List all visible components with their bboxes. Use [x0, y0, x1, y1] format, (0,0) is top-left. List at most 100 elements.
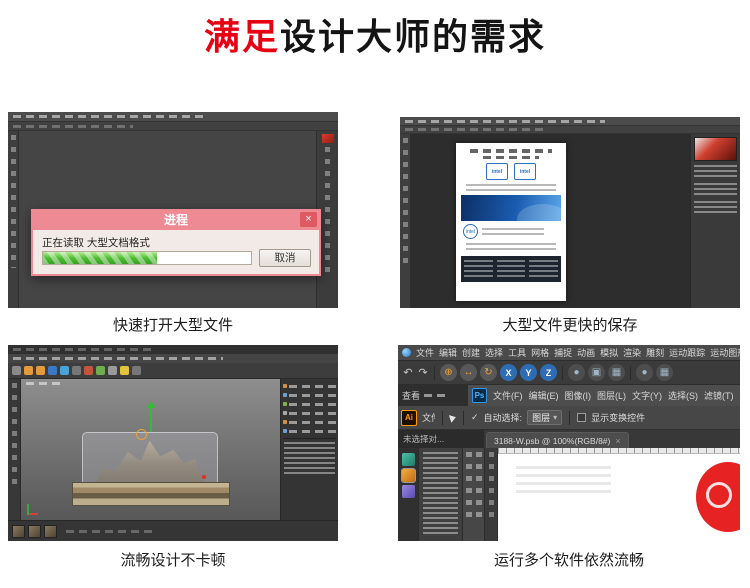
scale-tool-icon[interactable] — [36, 366, 45, 375]
options-text-placeholder — [405, 128, 545, 131]
ps-menu-edit[interactable]: 编辑(E) — [529, 389, 559, 402]
ps-menu-file[interactable]: 文件(F) — [493, 389, 523, 402]
move-tool-icon[interactable] — [24, 366, 33, 375]
dialog-close-button[interactable]: × — [300, 212, 317, 227]
material-thumbnail[interactable] — [28, 524, 41, 538]
undo-icon[interactable]: ↶ — [402, 366, 414, 379]
auto-select-dropdown[interactable]: 图层 ▾ — [527, 410, 563, 425]
show-transform-checkbox[interactable] — [577, 413, 587, 422]
object-row[interactable] — [283, 400, 336, 408]
document-tab[interactable]: 3188-W.psb @ 100%(RGB/8#) × — [486, 432, 629, 448]
menu-item-select[interactable]: 选择 — [485, 346, 503, 359]
palette-cube-icon[interactable] — [400, 468, 416, 483]
mixed-row-ps-menubar: 查看 Ps 文件(F) 编辑(E) 图像(I) 图层(L) 文字(Y) 选择(S… — [398, 385, 740, 406]
ps-menu-layer[interactable]: 图层(L) — [597, 389, 626, 402]
tool-icons-placeholder — [475, 452, 482, 524]
ps-tool-strip — [400, 134, 411, 308]
auto-select-check-icon[interactable]: ✓ — [471, 412, 479, 423]
axis-x-icon[interactable] — [48, 366, 57, 375]
ps-menu-image[interactable]: 图像(I) — [565, 389, 592, 402]
menu-item-mesh[interactable]: 网格 — [531, 346, 549, 359]
toolbar-separator — [463, 410, 464, 425]
ps-menu-filter[interactable]: 滤镜(T) — [704, 389, 734, 402]
render-view-icon[interactable]: ▣ — [588, 364, 605, 381]
axis-z-button[interactable]: Z — [540, 364, 557, 381]
color-picker-panel[interactable] — [694, 137, 737, 161]
move-cursor-icon[interactable] — [448, 412, 458, 423]
menu-item-tools[interactable]: 工具 — [508, 346, 526, 359]
rotate-tool-icon[interactable]: ↻ — [480, 364, 497, 381]
material-thumbnail[interactable] — [12, 524, 25, 538]
object-name-placeholder — [289, 420, 336, 424]
cpu-badge-label: intel — [491, 168, 503, 175]
palette-pen-icon[interactable] — [401, 485, 415, 498]
progress-fill — [43, 252, 158, 264]
extra-tool-icon[interactable]: ▦ — [656, 364, 673, 381]
object-name-placeholder — [289, 384, 336, 388]
menu-item-mograph[interactable]: 运动图形 — [710, 346, 740, 359]
axis-y-icon[interactable] — [60, 366, 69, 375]
ps-workspace: intel intel intel — [400, 134, 740, 308]
illustrator-logo-icon: Ai — [401, 409, 417, 426]
ps-options-bar — [400, 126, 740, 134]
object-row[interactable] — [283, 409, 336, 417]
select-tool-icon[interactable] — [12, 366, 21, 375]
object-row[interactable] — [283, 391, 336, 399]
screenshot-3d-software — [8, 345, 338, 541]
render-settings-icon[interactable] — [96, 366, 105, 375]
cancel-button[interactable]: 取消 — [259, 249, 311, 267]
document-tab-label: 3188-W.psb @ 100%(RGB/8#) — [494, 435, 611, 446]
ps-menu-select[interactable]: 选择(S) — [668, 389, 698, 402]
y-axis-handle[interactable] — [146, 400, 155, 432]
document-page: intel intel intel — [456, 143, 566, 301]
object-tool-icon[interactable] — [108, 366, 117, 375]
menu-item-edit[interactable]: 编辑 — [439, 346, 457, 359]
footer-column-placeholder — [496, 260, 526, 278]
object-name-placeholder — [289, 402, 336, 406]
timeline-placeholder — [66, 529, 156, 533]
color-swatch-icon[interactable] — [321, 134, 334, 143]
panel-icons-placeholder — [325, 147, 330, 278]
ps-menu-type[interactable]: 文字(Y) — [632, 389, 662, 402]
redo-icon[interactable]: ↷ — [417, 366, 429, 379]
object-icon — [283, 402, 287, 406]
viewport-3d[interactable] — [21, 379, 280, 520]
menu-item-create[interactable]: 创建 — [462, 346, 480, 359]
screenshot-multi-apps: 文件 编辑 创建 选择 工具 网格 捕捉 动画 模拟 渲染 雕刻 运动跟踪 运动… — [398, 345, 740, 541]
render-settings-icon[interactable]: ▦ — [608, 364, 625, 381]
view-tab[interactable]: 查看 — [402, 389, 420, 402]
menu-text-placeholder — [13, 115, 203, 118]
extra-tool-icon[interactable]: ● — [636, 364, 653, 381]
coord-icon[interactable] — [72, 366, 81, 375]
move-tool-icon[interactable]: ⊕ — [440, 364, 457, 381]
material-thumbnail[interactable] — [44, 524, 57, 538]
palette-tool-icon[interactable] — [401, 453, 415, 466]
panel-rows-placeholder — [694, 201, 737, 215]
footer-column-placeholder — [464, 260, 493, 278]
coord-system-icon[interactable]: ● — [568, 364, 585, 381]
env-tool-icon[interactable] — [132, 366, 141, 375]
menu-item-snap[interactable]: 捕捉 — [554, 346, 572, 359]
render-icon[interactable] — [84, 366, 93, 375]
axis-y-button[interactable]: Y — [520, 364, 537, 381]
menu-item-sculpt[interactable]: 雕刻 — [646, 346, 664, 359]
menu-item-motion-tracker[interactable]: 运动跟踪 — [669, 346, 705, 359]
menu-item-render[interactable]: 渲染 — [623, 346, 641, 359]
subheadline-placeholder — [483, 156, 539, 159]
object-row[interactable] — [283, 427, 336, 435]
ps-workspace: 进程 × 正在读取 大型文档格式 取消 — [8, 131, 338, 308]
panel-text-placeholder — [423, 452, 458, 537]
ai-menu-file[interactable]: 文件 — [422, 411, 435, 424]
menu-item-animate[interactable]: 动画 — [577, 346, 595, 359]
object-row[interactable] — [283, 382, 336, 390]
axis-x-button[interactable]: X — [500, 364, 517, 381]
tab-close-icon[interactable]: × — [615, 436, 620, 446]
scale-tool-icon[interactable]: ↔ — [460, 364, 477, 381]
object-row[interactable] — [283, 418, 336, 426]
menu-item-file[interactable]: 文件 — [416, 346, 434, 359]
menu-item-simulate[interactable]: 模拟 — [600, 346, 618, 359]
object-icon — [283, 411, 287, 415]
c4d-bottom-bar — [8, 520, 338, 541]
material-tool-icon[interactable] — [120, 366, 129, 375]
gizmo-ring-icon[interactable] — [135, 428, 147, 440]
